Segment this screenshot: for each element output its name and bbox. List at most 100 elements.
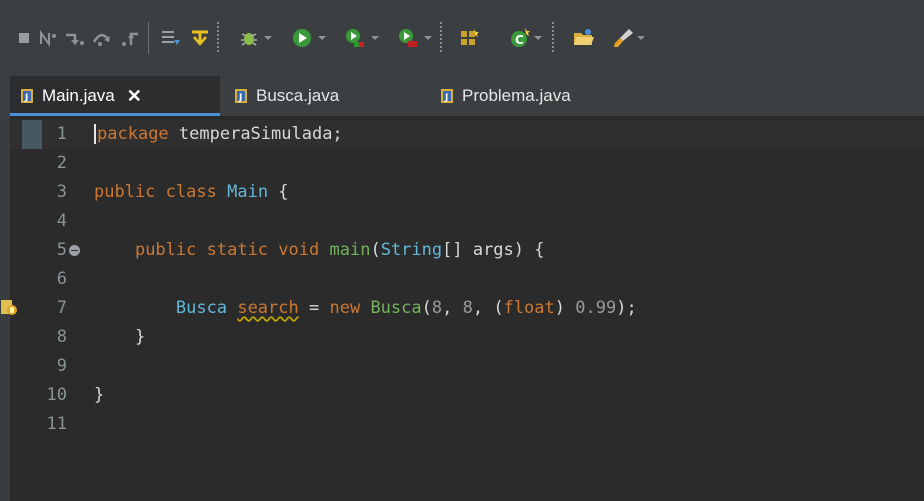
code-editor[interactable]: 1 package temperaSimulada; 2 3 public class …	[1, 116, 924, 501]
code-token: , (	[472, 298, 504, 318]
code-token: search	[237, 298, 299, 318]
debug-dropdown-icon[interactable]	[263, 33, 273, 43]
code-token: ackage	[107, 124, 169, 144]
open-project-icon[interactable]	[572, 26, 596, 50]
code-text: }	[94, 323, 145, 352]
code-line[interactable]: 6	[10, 265, 924, 294]
run-external-tools-icon[interactable]	[396, 26, 420, 50]
code-line[interactable]: 1 package temperaSimulada;	[10, 120, 924, 149]
code-token: class	[165, 182, 217, 202]
code-token: }	[94, 385, 105, 405]
external-tools-dropdown-icon[interactable]	[423, 33, 433, 43]
line-number: 5	[56, 240, 67, 260]
line-number: 11	[46, 414, 67, 434]
fold-collapse-icon[interactable]	[69, 245, 80, 256]
code-token: Busca	[175, 298, 228, 318]
code-line[interactable]: 3 public class Main {	[10, 178, 924, 207]
step-over-icon[interactable]	[90, 26, 114, 50]
tab-problema-java[interactable]: J Problema.java	[440, 76, 571, 116]
code-token: ,	[442, 298, 463, 318]
editor-tab-bar: J Main.java ✕ J Busca.java J Problema.ja…	[0, 76, 924, 116]
terminate-icon[interactable]	[12, 26, 36, 50]
open-console-icon[interactable]	[159, 26, 183, 50]
new-package-icon[interactable]	[457, 26, 481, 50]
new-class-dropdown-icon[interactable]	[533, 33, 543, 43]
svg-text:J: J	[444, 93, 448, 103]
step-filters-icon[interactable]	[36, 26, 60, 50]
code-token: main	[329, 240, 371, 260]
code-line[interactable]: 8 }	[10, 323, 924, 352]
code-line[interactable]: 5 public static void main(String[] args)…	[10, 236, 924, 265]
code-token: Busca	[370, 298, 422, 318]
toolbar-separator	[148, 22, 149, 54]
code-token: temperaSimulada;	[168, 124, 343, 144]
line-number: 9	[56, 356, 67, 376]
code-line[interactable]: 10}	[10, 381, 924, 410]
toolbar-separator	[217, 22, 219, 54]
java-file-icon: J	[441, 89, 453, 103]
code-token: {	[268, 182, 289, 202]
run-dropdown-icon[interactable]	[317, 33, 327, 43]
line-number: 7	[56, 298, 67, 318]
tab-main-java[interactable]: J Main.java ✕	[10, 76, 220, 116]
code-line[interactable]: 2	[10, 149, 924, 178]
use-step-filters-icon[interactable]	[188, 26, 212, 50]
new-class-icon[interactable]: C	[508, 26, 532, 50]
brush-dropdown-icon[interactable]	[636, 33, 646, 43]
code-token: static	[206, 240, 269, 260]
coverage-icon[interactable]	[343, 26, 367, 50]
code-token: float	[503, 298, 555, 318]
code-line[interactable]: 4	[10, 207, 924, 236]
code-token: }	[94, 327, 146, 347]
code-token: (	[370, 240, 381, 260]
warning-lightbulb-icon[interactable]	[0, 299, 18, 317]
tab-label: Main.java	[42, 86, 115, 105]
close-tab-icon[interactable]: ✕	[127, 86, 142, 107]
toolbar: C	[0, 0, 924, 76]
code-text: package temperaSimulada;	[94, 120, 343, 149]
code-token: public	[134, 240, 197, 260]
code-token: 8	[462, 298, 473, 318]
code-token: [] args) {	[442, 240, 545, 260]
java-file-icon: J	[235, 89, 247, 103]
tab-label: Busca.java	[256, 86, 340, 105]
code-line[interactable]: 9	[10, 352, 924, 381]
brush-icon[interactable]	[611, 26, 635, 50]
code-text: Busca search = new Busca(8, 8, (float) 0…	[94, 294, 637, 323]
code-token: String	[380, 240, 443, 260]
svg-text:C: C	[515, 33, 524, 47]
step-return-icon[interactable]	[118, 26, 142, 50]
code-token: public	[94, 182, 156, 202]
code-token: Main	[227, 182, 269, 202]
toolbar-separator	[552, 22, 554, 54]
code-token: );	[616, 298, 637, 318]
run-icon[interactable]	[290, 26, 314, 50]
code-text: public class Main {	[94, 178, 289, 207]
code-token: =	[298, 298, 330, 318]
debug-icon[interactable]	[237, 26, 261, 50]
coverage-dropdown-icon[interactable]	[370, 33, 380, 43]
text-cursor	[94, 124, 96, 144]
code-token: new	[329, 298, 361, 318]
code-line[interactable]: 7 Busca search = new Busca(8, 8, (float)…	[1, 294, 924, 323]
line-number: 2	[56, 153, 67, 173]
toolbar-separator	[440, 22, 442, 54]
line-number: 3	[56, 182, 67, 202]
line-number: 1	[56, 124, 67, 144]
step-into-icon[interactable]	[62, 26, 86, 50]
java-file-icon: J	[21, 89, 33, 103]
tab-busca-java[interactable]: J Busca.java	[234, 76, 339, 116]
code-token: p	[97, 124, 108, 144]
line-number: 6	[56, 269, 67, 289]
code-token: void	[278, 240, 320, 260]
code-line[interactable]: 11	[10, 410, 924, 439]
